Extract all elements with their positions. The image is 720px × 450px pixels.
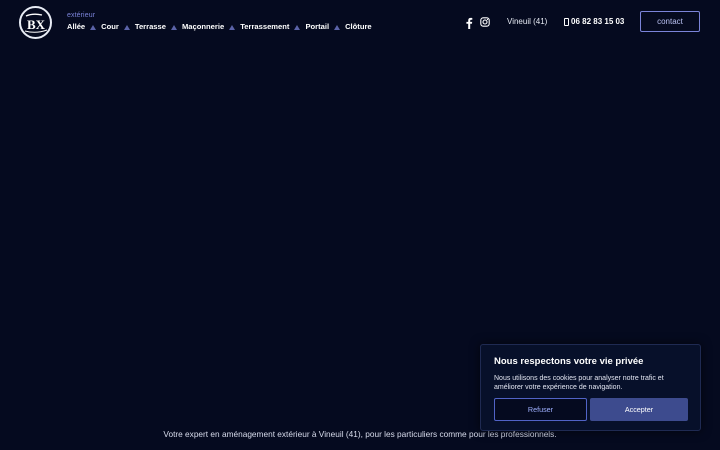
cookie-description: Nous utilisons des cookies pour analyser… bbox=[494, 375, 664, 391]
location-label: Vineuil (41) bbox=[507, 17, 548, 26]
nav-separator-icon bbox=[170, 24, 177, 30]
nav-separator-icon bbox=[334, 24, 341, 30]
nav-separator-icon bbox=[294, 24, 301, 30]
nav-item-terrassement[interactable]: Terrassement bbox=[240, 22, 289, 32]
contact-button[interactable]: contact bbox=[640, 11, 700, 32]
nav-item-maconnerie[interactable]: Maçonnerie bbox=[182, 22, 224, 32]
svg-text:BX: BX bbox=[27, 17, 46, 32]
nav-separator-icon bbox=[90, 24, 97, 30]
cookie-consent-panel: Nous respectons votre vie privée Nous ut… bbox=[480, 344, 701, 431]
facebook-icon[interactable] bbox=[464, 17, 474, 29]
bx-monogram-logo-icon: BX bbox=[24, 13, 47, 33]
phone-icon bbox=[564, 18, 569, 26]
nav-item-portail[interactable]: Portail bbox=[305, 22, 329, 32]
cookie-title: Nous respectons votre vie privée bbox=[494, 356, 644, 367]
accept-cookies-button[interactable]: Accepter bbox=[590, 398, 688, 421]
main-navigation: extérieur Allée Cour Terrasse Maçonnerie… bbox=[67, 12, 372, 32]
instagram-icon[interactable] bbox=[480, 17, 490, 27]
cookie-actions: Refuser Accepter bbox=[494, 398, 688, 421]
nav-item-cloture[interactable]: Clôture bbox=[345, 22, 372, 32]
site-header: BX extérieur Allée Cour Terrasse Maçonne… bbox=[0, 0, 720, 46]
phone-number: 06 82 83 15 03 bbox=[571, 17, 625, 26]
nav-separator-icon bbox=[123, 24, 130, 30]
nav-item-cour[interactable]: Cour bbox=[101, 22, 119, 32]
nav-separator-icon bbox=[229, 24, 236, 30]
logo[interactable]: BX bbox=[19, 6, 52, 39]
nav-item-allee[interactable]: Allée bbox=[67, 22, 85, 32]
nav-kicker: extérieur bbox=[67, 12, 96, 19]
refuse-cookies-button[interactable]: Refuser bbox=[494, 398, 587, 421]
nav-item-terrasse[interactable]: Terrasse bbox=[135, 22, 166, 32]
phone-link[interactable]: 06 82 83 15 03 bbox=[564, 17, 624, 27]
nav-list: Allée Cour Terrasse Maçonnerie Terrassem… bbox=[67, 22, 372, 32]
